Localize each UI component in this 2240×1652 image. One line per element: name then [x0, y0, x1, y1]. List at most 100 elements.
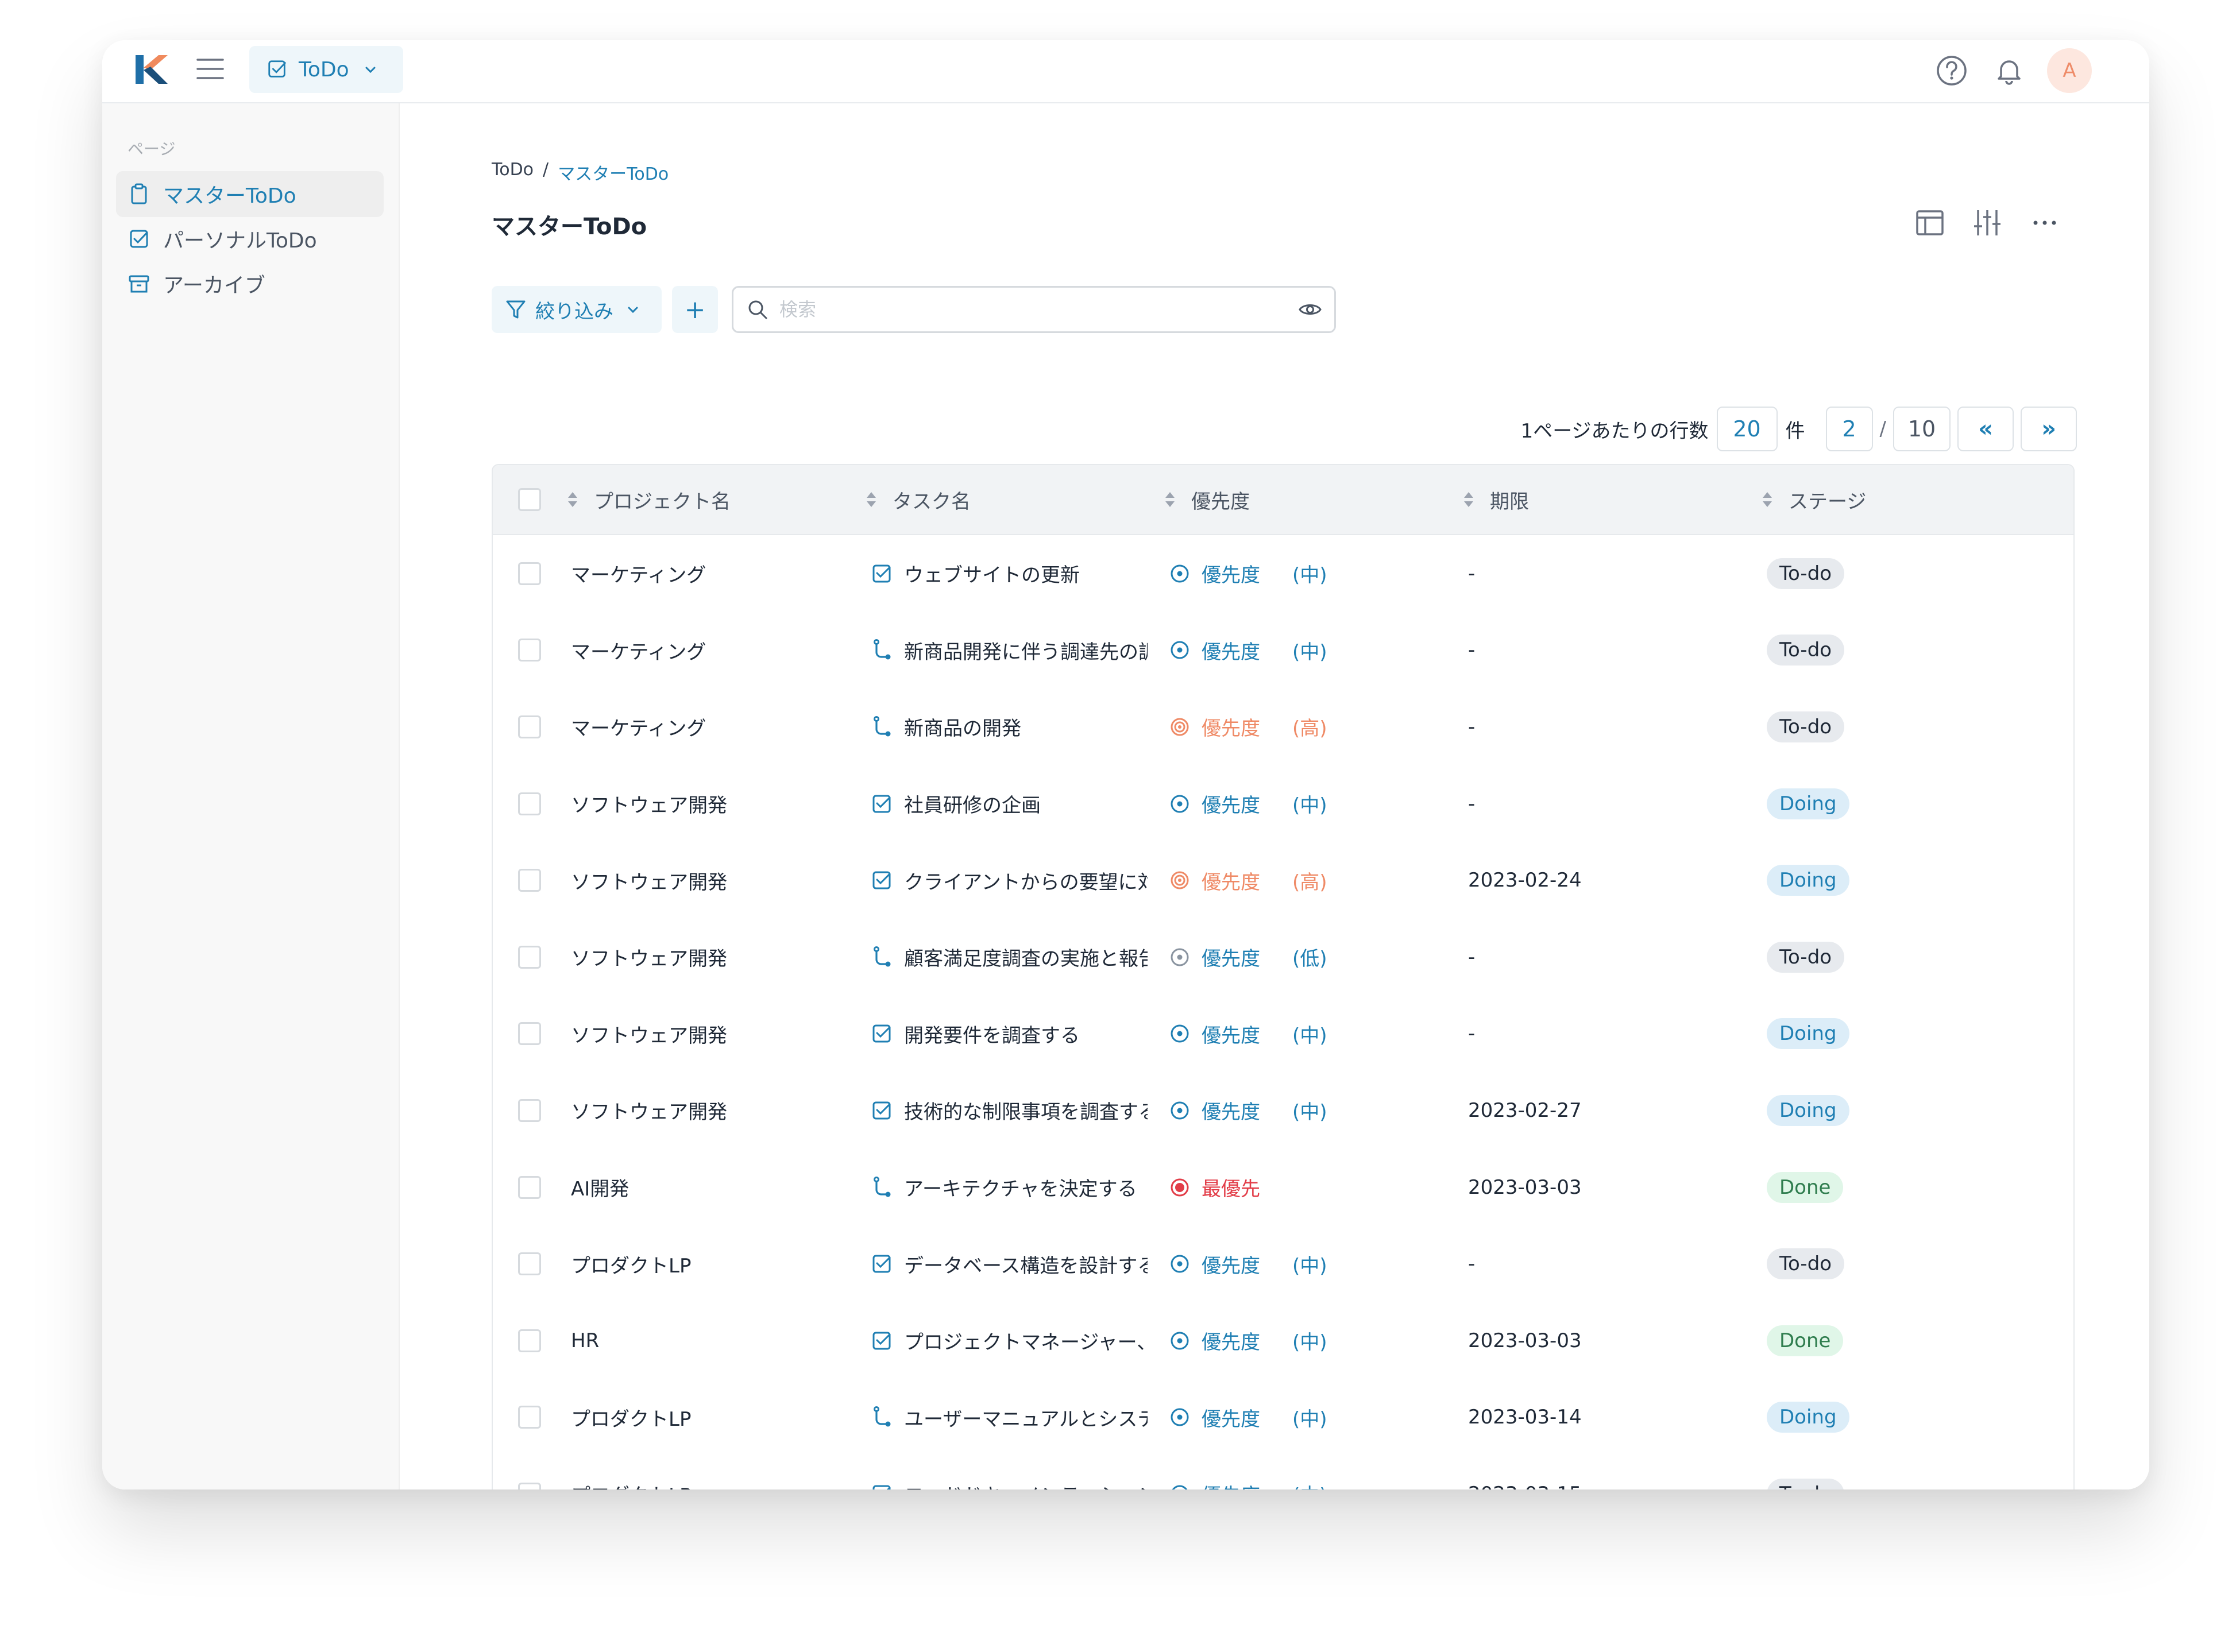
stage-badge[interactable]: Done	[1767, 1171, 1844, 1203]
checkbox-icon	[267, 59, 288, 80]
layout-icon[interactable]	[1911, 204, 1948, 241]
task-cell[interactable]: 顧客満足度調査の実施と報告	[871, 919, 1148, 996]
chevron-down-icon	[626, 303, 640, 316]
task-cell[interactable]: プロジェクトマネージャー、	[871, 1302, 1148, 1379]
task-cell[interactable]: データベース構造を設計する	[871, 1225, 1148, 1302]
search-input[interactable]	[778, 298, 1297, 321]
row-checkbox[interactable]	[518, 1482, 541, 1489]
stage-badge[interactable]: Doing	[1767, 788, 1849, 819]
priority-cell: 優先度 (中)	[1169, 996, 1327, 1073]
header-priority[interactable]: 優先度	[1164, 465, 1250, 534]
avatar[interactable]: A	[2047, 48, 2092, 93]
select-all-checkbox[interactable]	[518, 488, 541, 511]
sort-icon	[1164, 489, 1176, 510]
header-stage[interactable]: ステージ	[1761, 465, 1866, 534]
row-checkbox[interactable]	[518, 639, 541, 662]
help-icon[interactable]	[1933, 52, 1970, 89]
task-cell[interactable]: ウェブサイトの更新	[871, 535, 1148, 612]
row-select-cell	[518, 996, 541, 1073]
table-row[interactable]: ソフトウェア開発 技術的な制限事項を調査する 優先度 (中) 2023-02-27 Doi…	[493, 1072, 2073, 1149]
project-cell: ソフトウェア開発	[571, 1024, 727, 1047]
app-switcher[interactable]: ToDo	[249, 46, 403, 93]
task-cell[interactable]: コードドキュメンテーション	[871, 1456, 1148, 1489]
sidebar-item-personal-todo[interactable]: パーソナルToDo	[116, 216, 384, 262]
sidebar-item-master-todo[interactable]: マスターToDo	[116, 171, 384, 217]
stage-badge[interactable]: To-do	[1767, 1248, 1845, 1280]
checkbox-icon	[871, 1252, 894, 1275]
stage-badge[interactable]: Done	[1767, 1325, 1844, 1356]
priority-level: (高)	[1292, 717, 1327, 741]
table-row[interactable]: プロダクトLP ユーザーマニュアルとシステム 優先度 (中) 2023-03-14 Doi…	[493, 1379, 2073, 1456]
table-row[interactable]: マーケティング 新商品の開発 優先度 (高) - To-do	[493, 688, 2073, 765]
header-due[interactable]: 期限	[1462, 465, 1529, 534]
priority-level: (低)	[1292, 947, 1327, 971]
task-cell[interactable]: ユーザーマニュアルとシステム	[871, 1379, 1148, 1456]
stage-badge[interactable]: To-do	[1767, 1478, 1845, 1489]
due-date-cell: 2023-03-03	[1468, 1175, 1582, 1199]
stage-badge[interactable]: Doing	[1767, 1402, 1849, 1433]
table-row[interactable]: マーケティング 新商品開発に伴う調達先の調査 優先度 (中) - To-do	[493, 612, 2073, 689]
checkbox-icon	[128, 227, 150, 250]
filter-button-label: 絞り込み	[535, 300, 613, 323]
task-cell[interactable]: 技術的な制限事項を調査する	[871, 1072, 1148, 1149]
menu-icon[interactable]	[194, 53, 226, 85]
table-row[interactable]: プロダクトLP データベース構造を設計する 優先度 (中) - To-do	[493, 1225, 2073, 1302]
task-cell[interactable]: 新商品開発に伴う調達先の調査	[871, 612, 1148, 689]
row-checkbox[interactable]	[518, 715, 541, 738]
table-row[interactable]: HR プロジェクトマネージャー、 優先度 (中) 2023-03-03 Done	[493, 1302, 2073, 1379]
stage-badge[interactable]: Doing	[1767, 1018, 1849, 1050]
filter-button[interactable]: 絞り込み	[492, 286, 662, 333]
sidebar-item-archive[interactable]: アーカイブ	[116, 261, 384, 307]
checkbox-icon	[871, 1483, 894, 1489]
row-checkbox[interactable]	[518, 1329, 541, 1352]
row-checkbox[interactable]	[518, 1175, 541, 1199]
task-cell[interactable]: 新商品の開発	[871, 688, 1148, 765]
table-row[interactable]: ソフトウェア開発 開発要件を調査する 優先度 (中) - Doing	[493, 996, 2073, 1073]
eye-icon[interactable]	[1297, 297, 1323, 322]
notification-bell-icon[interactable]	[1991, 52, 2027, 89]
task-cell[interactable]: 開発要件を調査する	[871, 996, 1148, 1073]
table-row[interactable]: ソフトウェア開発 顧客満足度調査の実施と報告 優先度 (低) - To-do	[493, 919, 2073, 996]
row-checkbox[interactable]	[518, 945, 541, 969]
breadcrumb-current[interactable]: マスターToDo	[558, 160, 669, 185]
stage-badge[interactable]: To-do	[1767, 558, 1845, 589]
rows-per-page-input[interactable]: 20	[1716, 407, 1778, 451]
stage-badge[interactable]: To-do	[1767, 941, 1845, 973]
priority-label: 優先度	[1202, 947, 1260, 971]
project-cell: AI開発	[571, 1178, 629, 1201]
stage-badge[interactable]: Doing	[1767, 1094, 1849, 1126]
more-options-icon[interactable]	[2026, 204, 2063, 241]
due-date-cell: 2023-03-14	[1468, 1406, 1582, 1429]
header-project[interactable]: プロジェクト名	[566, 465, 731, 534]
table-row[interactable]: AI開発 アーキテクチャを決定する 最優先 2023-03-03 Done	[493, 1149, 2073, 1226]
task-cell[interactable]: 社員研修の企画	[871, 765, 1148, 842]
row-checkbox[interactable]	[518, 562, 541, 585]
stage-badge[interactable]: Doing	[1767, 865, 1849, 896]
row-checkbox[interactable]	[518, 792, 541, 815]
checkbox-icon	[871, 792, 894, 815]
next-page-button[interactable]: »	[2021, 407, 2077, 451]
add-button[interactable]: +	[672, 286, 718, 333]
breadcrumb-root[interactable]: ToDo	[492, 160, 534, 185]
row-checkbox[interactable]	[518, 1252, 541, 1276]
row-checkbox[interactable]	[518, 1406, 541, 1429]
task-cell[interactable]: アーキテクチャを決定する	[871, 1149, 1148, 1226]
project-cell: マーケティング	[571, 717, 706, 741]
row-checkbox[interactable]	[518, 1022, 541, 1046]
stage-badge[interactable]: To-do	[1767, 711, 1845, 742]
current-page-input[interactable]: 2	[1825, 407, 1873, 451]
row-checkbox[interactable]	[518, 1098, 541, 1122]
stage-badge[interactable]: To-do	[1767, 635, 1845, 666]
task-name: コードドキュメンテーション	[904, 1480, 1148, 1489]
table-row[interactable]: マーケティング ウェブサイトの更新 優先度 (中) - To-do	[493, 535, 2073, 612]
row-checkbox[interactable]	[518, 869, 541, 892]
header-task[interactable]: タスク名	[865, 465, 971, 534]
task-cell[interactable]: クライアントからの要望に対応	[871, 842, 1148, 919]
table-row[interactable]: ソフトウェア開発 クライアントからの要望に対応 優先度 (高) 2023-02-24 Do…	[493, 842, 2073, 919]
search-box	[732, 286, 1336, 333]
prev-page-button[interactable]: «	[1957, 407, 2014, 451]
priority-label: 最優先	[1202, 1178, 1260, 1201]
settings-sliders-icon[interactable]	[1969, 204, 2006, 241]
table-row[interactable]: ソフトウェア開発 社員研修の企画 優先度 (中) - Doing	[493, 765, 2073, 842]
table-row[interactable]: プロダクトLP コードドキュメンテーション 優先度 (中) 2023-03-15 To-d…	[493, 1456, 2073, 1489]
